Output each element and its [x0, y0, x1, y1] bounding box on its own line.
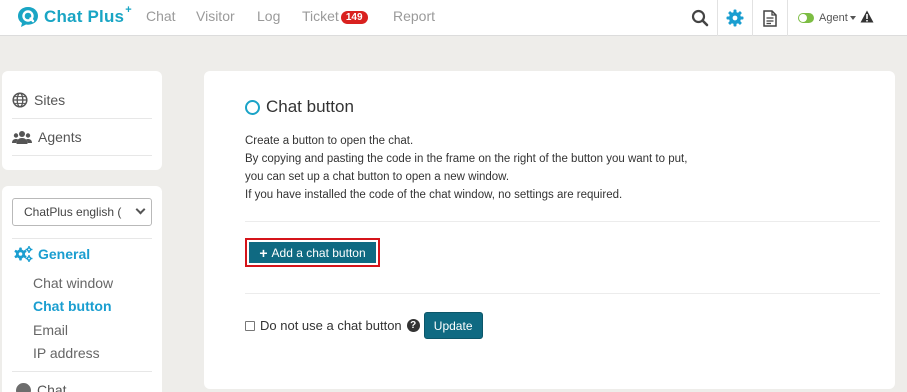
main-content-panel: Chat button Create a button to open the …	[204, 71, 895, 389]
nav-chat[interactable]: Chat	[146, 8, 176, 24]
agent-label: Agent	[819, 12, 848, 24]
gear-icon[interactable]	[718, 0, 752, 36]
update-button[interactable]: Update	[423, 312, 483, 339]
brand-name: Chat Plus	[44, 7, 125, 26]
agent-status-menu[interactable]: Agent	[798, 0, 874, 36]
sidebar-top-card: Sites Agents	[2, 71, 162, 170]
globe-icon	[12, 92, 28, 108]
page-title: Chat button	[245, 97, 354, 117]
brand-plus: +	[125, 4, 132, 16]
disable-chat-button-label: Do not use a chat button	[260, 318, 402, 333]
sidebar-item-ip-address[interactable]: IP address	[33, 345, 100, 361]
add-chat-button-highlight: + Add a chat button	[245, 238, 380, 267]
section-divider	[245, 293, 880, 294]
sidebar-settings-card: ChatPlus english ( General Chat window C	[2, 186, 162, 392]
sidebar-item-agents[interactable]: Agents	[12, 119, 152, 156]
add-chat-button-label: Add a chat button	[271, 245, 366, 260]
sidebar-item-agents-label: Agents	[38, 129, 82, 145]
chatplus-logo[interactable]: Chat Plus +	[16, 4, 132, 29]
question-circle-icon[interactable]: ?	[406, 319, 420, 332]
users-icon	[12, 130, 32, 144]
search-icon[interactable]	[684, 0, 716, 36]
sidebar-section-general-label: General	[38, 246, 91, 262]
sidebar-item-email[interactable]: Email	[33, 322, 68, 338]
page-title-text: Chat button	[266, 97, 354, 116]
circle-icon	[245, 99, 260, 115]
cogs-icon	[14, 246, 33, 262]
nav-log[interactable]: Log	[257, 8, 280, 24]
plus-icon: +	[259, 244, 268, 261]
add-chat-button[interactable]: + Add a chat button	[249, 242, 376, 263]
disable-chat-button-checkbox[interactable]	[245, 320, 255, 331]
status-toggle-icon[interactable]	[798, 13, 814, 23]
site-select-value: ChatPlus english (	[24, 205, 122, 219]
description-line: By copying and pasting the code in the f…	[245, 153, 688, 165]
chat-bubble-logo-icon	[16, 5, 40, 29]
chevron-down-icon	[135, 204, 146, 215]
sidebar-item-chat-window[interactable]: Chat window	[33, 275, 113, 291]
ticket-count-badge: 149	[340, 11, 368, 24]
chat-bubble-icon	[16, 382, 31, 392]
sidebar-item-chat-button[interactable]: Chat button	[33, 298, 112, 314]
top-navbar: Chat Plus + Chat Visitor Log Ticket 149 R…	[0, 0, 907, 36]
description-line: you can set up a chat button to open a n…	[245, 171, 510, 183]
document-icon[interactable]	[753, 0, 787, 36]
nav-report[interactable]: Report	[393, 8, 435, 24]
sidebar-section-chat[interactable]: Chat	[16, 382, 67, 392]
nav-ticket[interactable]: Ticket 149	[302, 8, 368, 25]
sidebar-section-chat-label: Chat	[37, 382, 67, 392]
warning-icon[interactable]	[860, 10, 874, 26]
section-divider	[245, 221, 880, 222]
site-select-dropdown[interactable]: ChatPlus english (	[12, 198, 152, 226]
disable-chat-button-row: Do not use a chat button ? Update	[245, 312, 483, 339]
nav-visitor[interactable]: Visitor	[196, 8, 235, 24]
description-line: Create a button to open the chat.	[245, 135, 414, 147]
sidebar-section-general[interactable]: General	[14, 246, 90, 262]
sidebar-item-sites[interactable]: Sites	[12, 82, 152, 119]
sidebar-divider	[12, 371, 152, 372]
description-line: If you have installed the code of the ch…	[245, 189, 623, 201]
caret-down-icon	[849, 16, 856, 20]
sidebar-item-sites-label: Sites	[34, 92, 66, 108]
sidebar-divider	[12, 238, 152, 239]
toolbar-separator	[787, 0, 788, 36]
nav-ticket-label: Ticket	[302, 8, 339, 24]
